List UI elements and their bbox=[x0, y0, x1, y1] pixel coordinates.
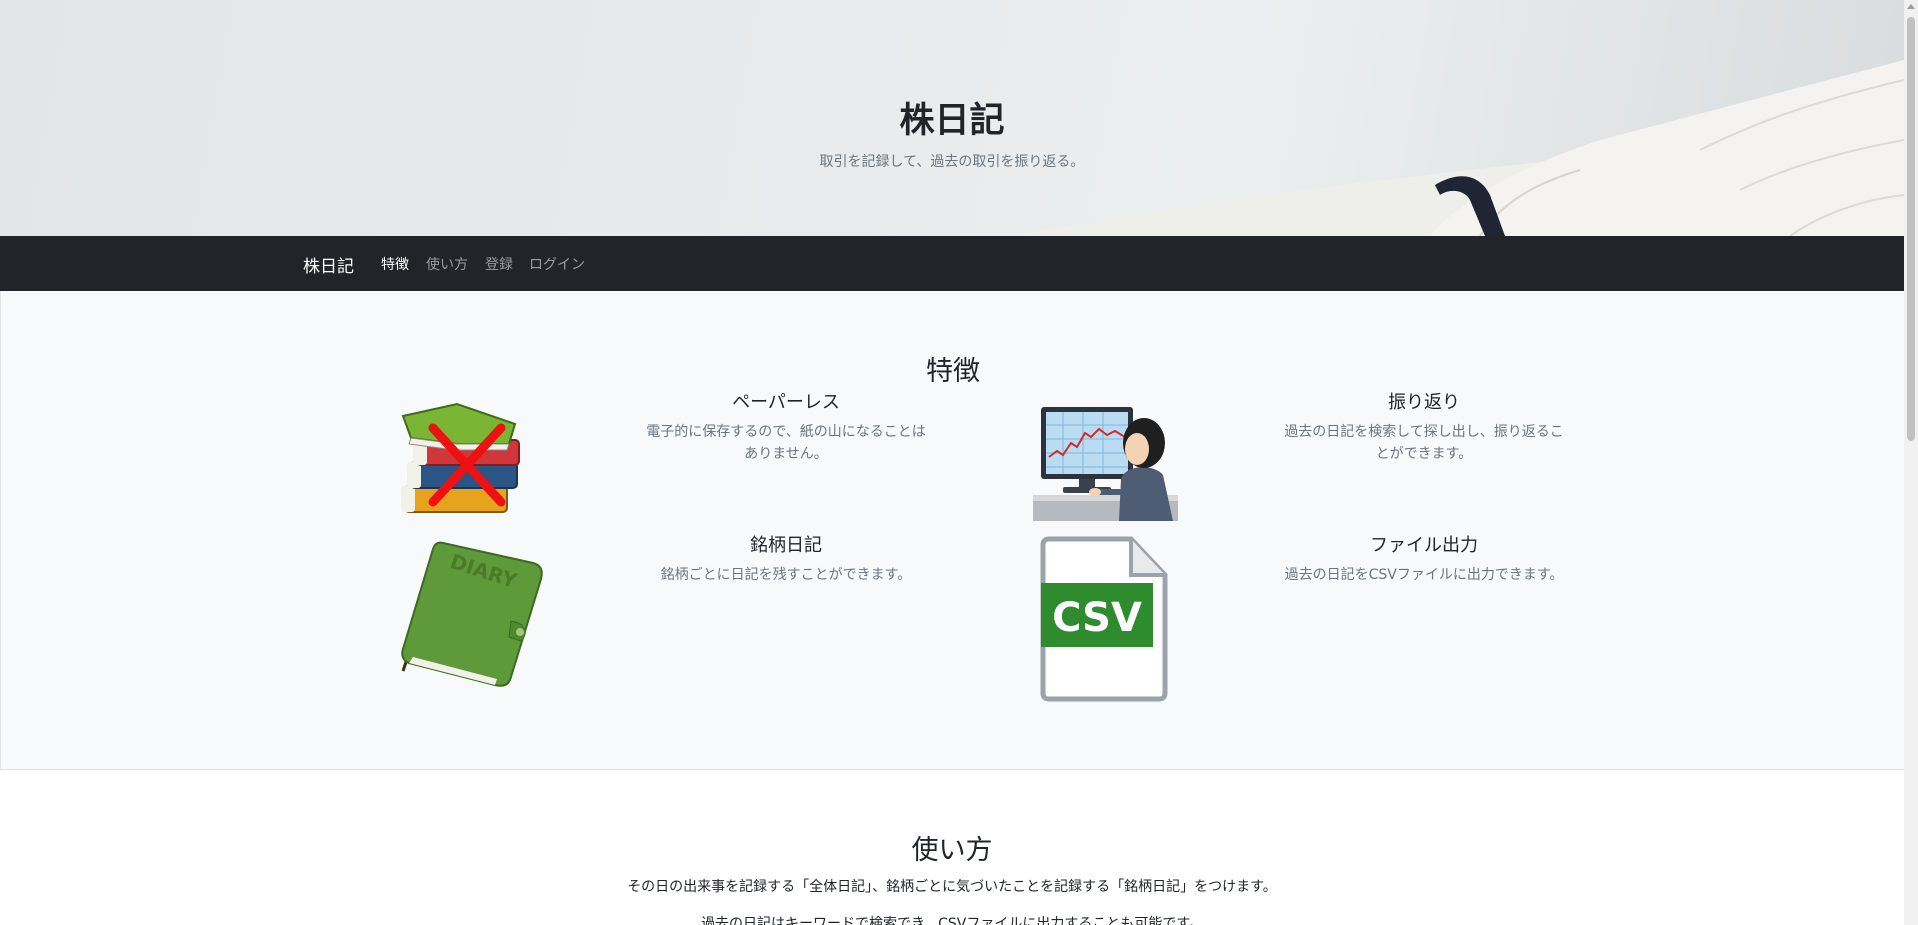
crossed-books-icon bbox=[401, 402, 520, 513]
nav-item-features[interactable]: 特徴 bbox=[381, 254, 409, 274]
hero-header: 株日記 取引を記録して、過去の取引を振り返る。 bbox=[0, 0, 1904, 236]
nav-item-usage[interactable]: 使い方 bbox=[426, 254, 468, 274]
feature-text-review: 過去の日記を検索して探し出し、振り返るこ とができます。 bbox=[1269, 421, 1579, 465]
feature-text-file-output-line1: 過去の日記をCSVファイルに出力できます。 bbox=[1284, 567, 1564, 583]
scroll-up-arrow-icon[interactable] bbox=[1907, 4, 1915, 9]
nav-item-login[interactable]: ログイン bbox=[529, 254, 585, 274]
person-at-computer-icon bbox=[1033, 407, 1178, 521]
csv-label: CSV bbox=[1052, 595, 1142, 641]
feature-text-paperless: 電子的に保存するので、紙の山になることは ありません。 bbox=[631, 421, 941, 465]
vertical-scrollbar[interactable] bbox=[1904, 0, 1918, 925]
hero-title: 株日記 bbox=[899, 101, 1005, 141]
usage-text-2: 過去の日記はキーワードで検索でき、CSVファイルに出力することも可能です。 bbox=[701, 916, 1203, 925]
feature-heading-review: 振り返り bbox=[1388, 392, 1460, 413]
feature-text-stock-diary-line1: 銘柄ごとに日記を残すことができます。 bbox=[660, 567, 912, 583]
feature-text-review-line2: とができます。 bbox=[1375, 446, 1473, 462]
navbar-brand[interactable]: 株日記 bbox=[303, 252, 354, 277]
features-title: 特徴 bbox=[926, 356, 980, 387]
page: 株日記 取引を記録して、過去の取引を振り返る。 株日記 特徴 使い方 登録 ログ… bbox=[0, 0, 1904, 925]
scrollbar-thumb[interactable] bbox=[1907, 17, 1915, 441]
hero-subtitle: 取引を記録して、過去の取引を振り返る。 bbox=[819, 154, 1085, 170]
feature-text-paperless-line2: ありません。 bbox=[744, 446, 828, 462]
feature-text-stock-diary: 銘柄ごとに日記を残すことができます。 bbox=[631, 564, 941, 586]
usage-text-1: その日の出来事を記録する「全体日記」、銘柄ごとに気づいたことを記録する「銘柄日記… bbox=[627, 879, 1277, 895]
feature-heading-paperless: ペーパーレス bbox=[732, 392, 840, 413]
feature-heading-file-output: ファイル出力 bbox=[1370, 535, 1478, 556]
csv-file-icon: CSV bbox=[1040, 536, 1168, 702]
navbar: 株日記 特徴 使い方 登録 ログイン bbox=[0, 236, 1904, 291]
features-section: 特徴 ペーパーレス 電子的に保存するので、紙の山になることは ありません。 振り… bbox=[0, 291, 1904, 770]
nav-item-register[interactable]: 登録 bbox=[485, 254, 513, 274]
feature-text-paperless-line1: 電子的に保存するので、紙の山になることは bbox=[646, 424, 926, 440]
diary-book-icon: DIARY bbox=[401, 541, 543, 687]
feature-text-review-line1: 過去の日記を検索して探し出し、振り返るこ bbox=[1284, 424, 1564, 440]
usage-title: 使い方 bbox=[911, 835, 993, 866]
usage-section: 使い方 その日の出来事を記録する「全体日記」、銘柄ごとに気づいたことを記録する「… bbox=[0, 770, 1904, 925]
feature-text-file-output: 過去の日記をCSVファイルに出力できます。 bbox=[1269, 564, 1579, 586]
feature-heading-stock-diary: 銘柄日記 bbox=[750, 535, 822, 556]
